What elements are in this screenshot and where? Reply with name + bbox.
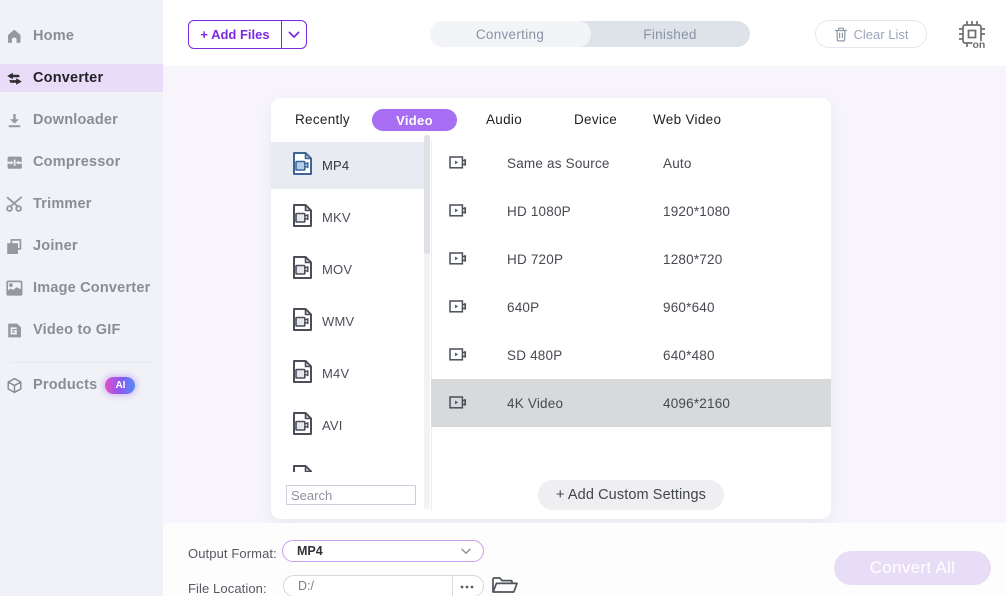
svg-text:on: on	[973, 39, 986, 51]
